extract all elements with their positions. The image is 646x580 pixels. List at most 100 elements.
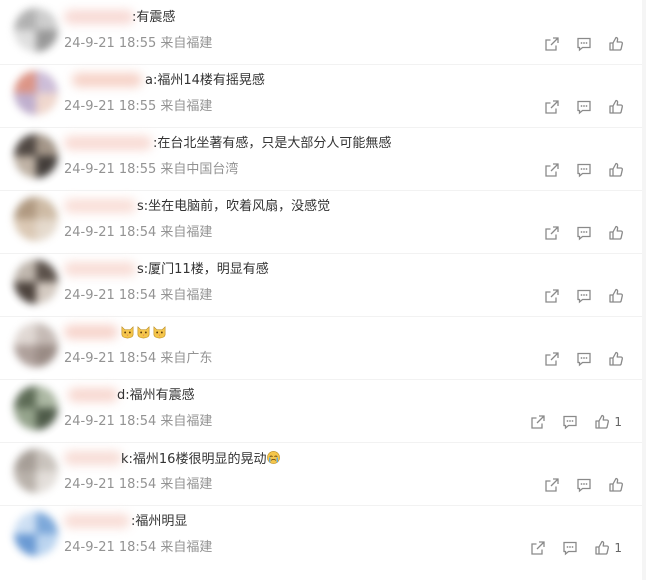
comment-text: k:福州16楼很明显的晃动 — [121, 450, 282, 469]
comment-meta: 24-9-21 18:54 来自福建 — [64, 287, 212, 305]
username[interactable] — [72, 73, 142, 87]
share-icon — [531, 415, 546, 429]
avatar[interactable] — [14, 197, 58, 241]
comment-actions — [528, 161, 624, 179]
like-button[interactable] — [608, 225, 624, 241]
thumbs-up-icon — [609, 99, 623, 114]
share-button[interactable] — [544, 477, 560, 493]
cat-face-emoji — [137, 326, 150, 339]
comment-date: 24-9-21 18:55 — [64, 99, 157, 114]
like-count: 1 — [614, 415, 622, 429]
comment-location: 来自福建 — [160, 288, 213, 303]
username[interactable] — [64, 262, 136, 276]
comment-icon — [577, 226, 591, 241]
comment-meta: 24-9-21 18:55 来自中国台湾 — [64, 161, 238, 179]
comment-actions: 1 — [514, 539, 622, 557]
thumbs-up-icon — [609, 36, 623, 51]
comment-meta: 24-9-21 18:54 来自福建 — [64, 224, 212, 242]
username[interactable] — [64, 325, 118, 339]
comment-date: 24-9-21 18:54 — [64, 225, 157, 240]
avatar[interactable] — [14, 323, 58, 367]
username[interactable] — [68, 388, 118, 402]
username[interactable] — [64, 451, 122, 465]
like-button[interactable] — [594, 414, 610, 430]
share-button[interactable] — [544, 36, 560, 52]
share-button[interactable] — [544, 351, 560, 367]
comment-location: 来自福建 — [160, 225, 213, 240]
thumbs-up-icon — [595, 540, 610, 555]
username[interactable] — [64, 199, 136, 213]
cat-face-emoji — [153, 326, 166, 339]
comment-date: 24-9-21 18:55 — [64, 162, 157, 177]
like-button[interactable] — [608, 288, 624, 304]
avatar[interactable] — [14, 449, 58, 493]
like-button[interactable] — [608, 99, 624, 115]
share-button[interactable] — [530, 540, 546, 556]
share-button[interactable] — [544, 99, 560, 115]
comment-text: s:厦门11楼，明显有感 — [137, 262, 269, 277]
reply-button[interactable] — [576, 225, 592, 241]
comment-location: 来自中国台湾 — [160, 162, 239, 177]
like-button[interactable] — [594, 540, 610, 556]
reply-button[interactable] — [576, 351, 592, 367]
comment-date: 24-9-21 18:54 — [64, 540, 157, 555]
comment-meta: 24-9-21 18:54 来自福建 — [64, 476, 212, 494]
avatar[interactable] — [14, 71, 58, 115]
comment-item: a:福州14楼有摇晃感 24-9-21 18:55 来自福建 — [0, 65, 646, 128]
like-button[interactable] — [608, 351, 624, 367]
comment-icon — [577, 37, 591, 52]
thumbs-up-icon — [595, 414, 610, 429]
comment-icon — [563, 541, 578, 556]
share-button[interactable] — [544, 162, 560, 178]
comment-icon — [577, 163, 591, 178]
reply-button[interactable] — [562, 414, 578, 430]
cat-face-emoji — [121, 326, 134, 339]
username[interactable] — [64, 10, 134, 24]
crying-face-emoji — [267, 451, 281, 464]
username[interactable] — [64, 514, 130, 528]
like-button[interactable] — [608, 162, 624, 178]
reply-button[interactable] — [576, 162, 592, 178]
reply-button[interactable] — [576, 99, 592, 115]
comment-meta: 24-9-21 18:54 来自福建 — [64, 539, 212, 557]
avatar[interactable] — [14, 260, 58, 304]
share-button[interactable] — [544, 225, 560, 241]
comment-actions — [528, 287, 624, 305]
thumbs-up-icon — [609, 288, 623, 303]
comment-meta: 24-9-21 18:54 来自福建 — [64, 413, 212, 431]
thumbs-up-icon — [609, 477, 623, 492]
avatar[interactable] — [14, 386, 58, 430]
share-icon — [545, 478, 559, 492]
comment-location: 来自福建 — [160, 540, 213, 555]
reply-button[interactable] — [576, 477, 592, 493]
like-button[interactable] — [608, 477, 624, 493]
thumbs-up-icon — [609, 225, 623, 240]
comment-text: d:福州有震感 — [117, 388, 195, 403]
comment-date: 24-9-21 18:55 — [64, 36, 157, 51]
comment-item: s:坐在电脑前，吹着风扇，没感觉 24-9-21 18:54 来自福建 — [0, 191, 646, 254]
thumbs-up-icon — [609, 351, 623, 366]
comment-text: :有震感 — [132, 10, 176, 25]
avatar[interactable] — [14, 134, 58, 178]
like-button[interactable] — [608, 36, 624, 52]
share-button[interactable] — [544, 288, 560, 304]
comment-date: 24-9-21 18:54 — [64, 414, 157, 429]
comment-text: :在台北坐著有感，只是大部分人可能無感 — [153, 136, 392, 151]
comment-date: 24-9-21 18:54 — [64, 351, 157, 366]
share-icon — [545, 226, 559, 240]
avatar[interactable] — [14, 8, 58, 52]
comment-icon — [577, 478, 591, 493]
avatar[interactable] — [14, 512, 58, 556]
comment-item: k:福州16楼很明显的晃动 24-9-21 18:54 来自福建 — [0, 443, 646, 506]
reply-button[interactable] — [576, 36, 592, 52]
comment-text: a:福州14楼有摇晃感 — [145, 73, 265, 88]
scrollbar-track[interactable] — [642, 0, 646, 580]
reply-button[interactable] — [576, 288, 592, 304]
share-button[interactable] — [530, 414, 546, 430]
username[interactable] — [64, 136, 152, 150]
comment-actions — [528, 35, 624, 53]
share-icon — [545, 352, 559, 366]
comment-location: 来自广东 — [160, 351, 213, 366]
comment-item: :有震感 24-9-21 18:55 来自福建 — [0, 2, 646, 65]
reply-button[interactable] — [562, 540, 578, 556]
